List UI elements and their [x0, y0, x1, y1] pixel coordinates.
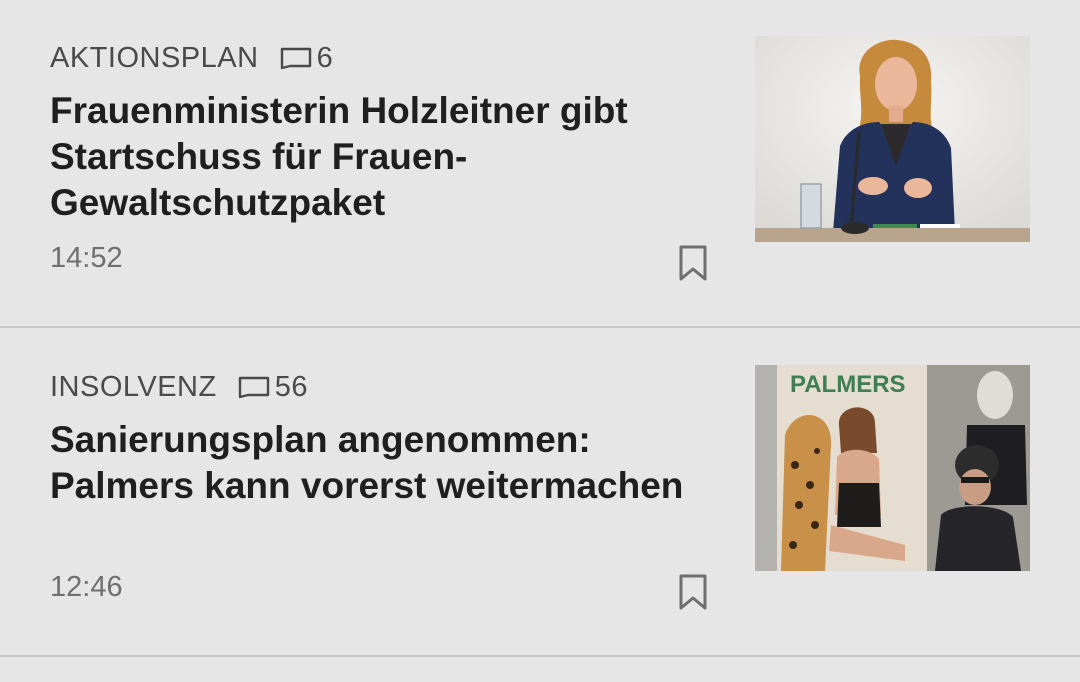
comment-bubble-icon [280, 47, 311, 70]
article-meta: INSOLVENZ 56 [50, 367, 308, 407]
bookmark-icon[interactable] [676, 573, 710, 611]
comments-link[interactable]: 6 [279, 42, 334, 75]
article-card[interactable]: INSOLVENZ 56 Sanierungsplan angenommen: … [0, 329, 1080, 657]
article-divider [0, 326, 1080, 328]
comment-count: 6 [316, 41, 334, 74]
press-conference-photo [755, 36, 1030, 242]
comment-count: 56 [274, 370, 308, 403]
comments-link[interactable]: 56 [237, 371, 308, 404]
article-card[interactable]: AKTIONSPLAN 6 Frauenministerin Holzleitn… [0, 0, 1080, 328]
store-window-photo: PALMERS [755, 365, 1030, 571]
bookmark-icon[interactable] [676, 244, 710, 282]
article-kicker: AKTIONSPLAN [50, 41, 259, 74]
article-feed: AKTIONSPLAN 6 Frauenministerin Holzleitn… [0, 0, 1080, 682]
article-thumbnail[interactable] [755, 36, 1030, 242]
article-headline[interactable]: Frauenministerin Holzleitner gibt Starts… [50, 88, 700, 226]
comment-bubble-icon [238, 376, 269, 399]
article-divider [0, 655, 1080, 657]
article-headline[interactable]: Sanierungsplan angenommen: Palmers kann … [50, 417, 700, 509]
article-thumbnail[interactable]: PALMERS [755, 365, 1030, 571]
article-meta: AKTIONSPLAN 6 [50, 38, 333, 78]
palmers-logo: PALMERS [790, 371, 906, 398]
article-time: 14:52 [50, 242, 123, 274]
article-time: 12:46 [50, 571, 123, 603]
article-kicker: INSOLVENZ [50, 370, 217, 403]
